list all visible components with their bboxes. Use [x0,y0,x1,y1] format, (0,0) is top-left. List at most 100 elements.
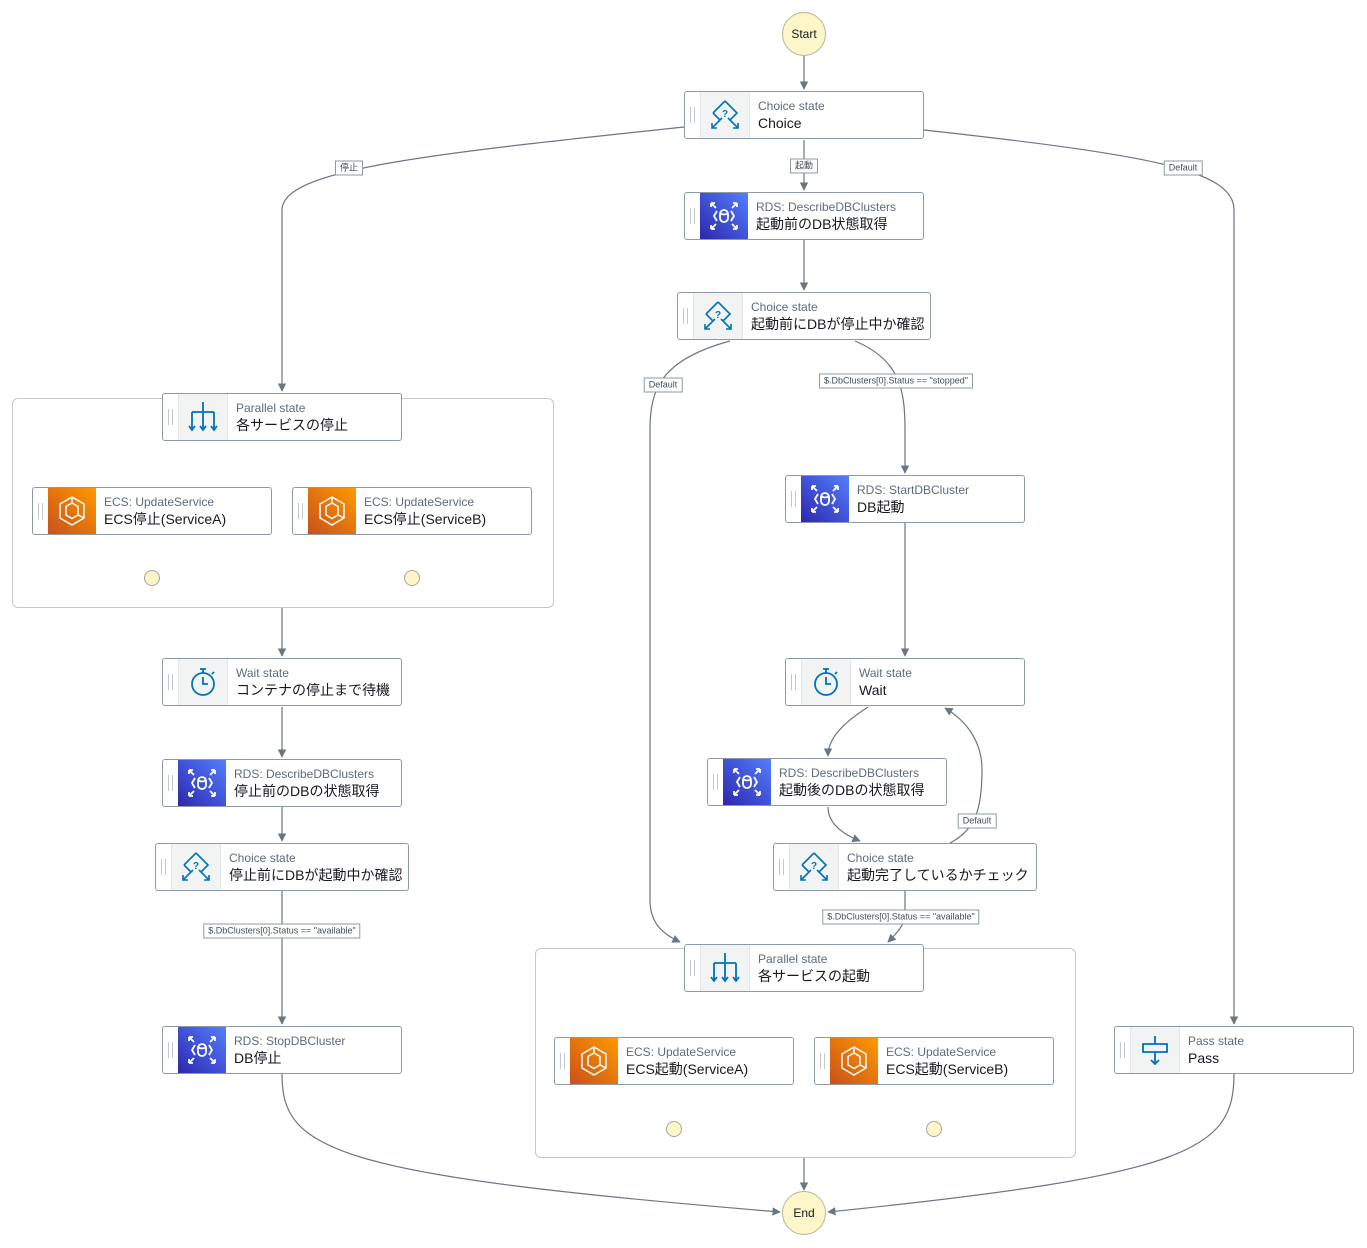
wait-icon [178,659,228,705]
state-type: ECS: UpdateService [626,1045,737,1059]
drag-handle[interactable] [555,1038,570,1084]
state-node-rds1[interactable]: RDS: DescribeDBClusters 起動前のDB状態取得 [684,192,924,240]
end-node[interactable]: End [782,1191,826,1235]
state-node-ecs2[interactable]: ECS: UpdateService ECS停止(ServiceB) [292,487,532,535]
edge-label: Default [957,813,997,829]
edge-label: $.DbClusters[0].Status == "available" [822,909,980,925]
state-name: 停止前にDBが起動中か確認 [229,867,403,883]
state-type: ECS: UpdateService [364,495,475,509]
drag-handle[interactable] [163,1027,178,1073]
choice-icon: ? [693,293,743,339]
pass-icon [1130,1027,1180,1073]
state-node-wait2[interactable]: Wait state Wait [785,658,1025,706]
state-type: ECS: UpdateService [104,495,215,509]
branch-end-dot [144,570,160,586]
drag-handle[interactable] [156,844,171,890]
state-name: 起動前のDB状態取得 [756,216,888,232]
state-type: Choice state [229,851,296,865]
drag-handle[interactable] [786,476,801,522]
state-node-choice4[interactable]: ? Choice state 起動完了しているかチェック [773,843,1037,891]
drag-handle[interactable] [1115,1027,1130,1073]
svg-text:?: ? [715,310,721,321]
state-name: 起動完了しているかチェック [847,867,1029,883]
state-node-ecs3[interactable]: ECS: UpdateService ECS起動(ServiceA) [554,1037,794,1085]
rds-icon [723,759,771,805]
state-type: RDS: DescribeDBClusters [779,766,920,780]
state-name: DB停止 [234,1050,282,1066]
state-name: 起動前にDBが停止中か確認 [751,316,925,332]
state-type: Choice state [758,99,825,113]
wait-icon [801,659,851,705]
state-type: RDS: DescribeDBClusters [756,200,897,214]
ecs-icon [570,1038,618,1084]
rds-icon [700,193,748,239]
state-name: 起動後のDBの状態取得 [779,782,925,798]
edge-label: Default [1163,160,1203,176]
svg-text:?: ? [811,861,817,872]
edge-label: 起動 [789,158,819,174]
state-node-rds2[interactable]: RDS: DescribeDBClusters 停止前のDBの状態取得 [162,759,402,807]
state-name: 停止前のDBの状態取得 [234,783,380,799]
branch-end-dot [666,1121,682,1137]
state-name: ECS停止(ServiceA) [104,511,227,527]
state-node-ecs1[interactable]: ECS: UpdateService ECS停止(ServiceA) [32,487,272,535]
state-name: DB起動 [857,499,905,515]
branch-end-dot [926,1121,942,1137]
drag-handle[interactable] [815,1038,830,1084]
state-name: Choice [758,115,802,131]
drag-handle[interactable] [163,760,178,806]
state-type: ECS: UpdateService [886,1045,997,1059]
state-node-choice3[interactable]: ? Choice state 停止前にDBが起動中か確認 [155,843,409,891]
ecs-icon [830,1038,878,1084]
drag-handle[interactable] [708,759,723,805]
state-node-rdsStart[interactable]: RDS: StartDBCluster DB起動 [785,475,1025,523]
choice-icon: ? [700,92,750,138]
ecs-icon [308,488,356,534]
start-node[interactable]: Start [782,12,826,56]
rds-icon [178,760,226,806]
state-node-choice1[interactable]: ? Choice state Choice [684,91,924,139]
edge-label: $.DbClusters[0].Status == "stopped" [819,373,973,389]
drag-handle[interactable] [163,394,178,440]
edge-label: 停止 [334,160,364,176]
ecs-icon [48,488,96,534]
state-node-pass[interactable]: Pass state Pass [1114,1026,1354,1074]
state-name: コンテナの停止まで待機 [236,682,390,698]
drag-handle[interactable] [685,945,700,991]
state-node-wait1[interactable]: Wait state コンテナの停止まで待機 [162,658,402,706]
edge-label: $.DbClusters[0].Status == "available" [203,923,361,939]
state-node-rds3[interactable]: RDS: DescribeDBClusters 起動後のDBの状態取得 [707,758,947,806]
state-type: Parallel state [236,401,306,415]
edge [823,706,869,757]
drag-handle[interactable] [774,844,789,890]
state-type: Wait state [236,666,289,680]
state-type: RDS: DescribeDBClusters [234,767,375,781]
edge [827,806,861,843]
state-node-ecs4[interactable]: ECS: UpdateService ECS起動(ServiceB) [814,1037,1054,1085]
drag-handle[interactable] [685,92,700,138]
state-name: ECS停止(ServiceB) [364,511,487,527]
state-name: Pass [1188,1050,1220,1066]
state-type: Parallel state [758,952,828,966]
svg-text:?: ? [722,109,728,120]
state-node-choice2[interactable]: ? Choice state 起動前にDBが停止中か確認 [677,292,931,340]
state-name: 各サービスの起動 [758,968,870,984]
state-type: Choice state [847,851,914,865]
state-node-par2[interactable]: Parallel state 各サービスの起動 [684,944,924,992]
state-type: RDS: StopDBCluster [234,1034,346,1048]
drag-handle[interactable] [685,193,700,239]
state-type: Choice state [751,300,818,314]
state-name: ECS起動(ServiceA) [626,1061,749,1077]
drag-handle[interactable] [678,293,693,339]
edge [854,340,910,474]
drag-handle[interactable] [163,659,178,705]
drag-handle[interactable] [33,488,48,534]
edge-label: Default [643,377,683,393]
choice-icon: ? [171,844,221,890]
drag-handle[interactable] [786,659,801,705]
rds-icon [801,476,849,522]
drag-handle[interactable] [293,488,308,534]
state-node-rdsStop[interactable]: RDS: StopDBCluster DB停止 [162,1026,402,1074]
state-node-par1[interactable]: Parallel state 各サービスの停止 [162,393,402,441]
parallel-icon [700,945,750,991]
